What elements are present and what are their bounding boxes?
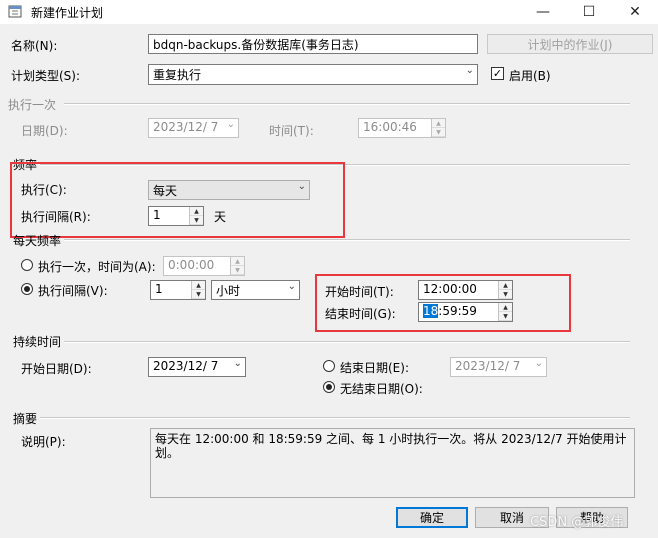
chevron-down-icon: ⌄ — [287, 281, 296, 292]
chevron-down-icon: ⌄ — [465, 65, 474, 76]
start-date-value: 2023/12/ 7 — [153, 359, 219, 373]
start-date-picker[interactable]: 2023/12/ 7 ⌄ — [148, 357, 246, 377]
one-time-time-label: 时间(T): — [269, 124, 314, 138]
name-label: 名称(N): — [11, 39, 58, 53]
chevron-down-icon: ⌄ — [233, 358, 242, 369]
end-date-value: 2023/12/ 7 — [455, 359, 521, 373]
enabled-checkbox[interactable]: ✓ — [491, 67, 504, 80]
end-date-picker[interactable]: 2023/12/ 7 ⌄ — [450, 357, 547, 377]
one-time-date-picker[interactable]: 2023/12/ 7 ⌄ — [148, 118, 239, 138]
once-time-input[interactable]: 0:00:00 ▲ ▼ — [163, 256, 245, 276]
every-unit-value: 小时 — [216, 284, 241, 298]
every-input[interactable]: 1 ▲ ▼ — [150, 280, 206, 300]
time-spinner[interactable]: ▲ ▼ — [431, 119, 445, 137]
enabled-label: 启用(B) — [509, 69, 551, 83]
ok-button[interactable]: 确定 — [396, 507, 468, 528]
schedule-type-value: 重复执行 — [153, 68, 202, 82]
watermark: CSDN @郭俊伟 — [530, 515, 624, 530]
description-label: 说明(P): — [21, 435, 66, 449]
end-date-radio[interactable] — [323, 360, 335, 372]
window-title: 新建作业计划 — [31, 6, 104, 20]
chevron-down-icon: ⌄ — [226, 119, 235, 130]
maximize-button[interactable]: ☐ — [566, 0, 612, 24]
summary-section-title: 摘要 — [13, 412, 38, 426]
every-radio[interactable] — [21, 283, 33, 295]
once-label: 执行一次，时间为(A): — [38, 260, 156, 274]
every-label: 执行间隔(V): — [38, 284, 108, 298]
time-range-highlight-box — [315, 274, 571, 332]
schedule-icon — [8, 5, 22, 18]
section-divider — [64, 103, 630, 105]
every-unit-select[interactable]: 小时 ⌄ — [211, 280, 300, 300]
jobs-in-schedule-button[interactable]: 计划中的作业(J) — [487, 34, 653, 54]
duration-section-title: 持续时间 — [13, 335, 62, 349]
section-divider — [64, 239, 630, 241]
one-time-time-value: 16:00:46 — [363, 120, 417, 134]
one-time-date-label: 日期(D): — [21, 124, 68, 138]
close-button[interactable]: ✕ — [612, 0, 658, 24]
start-date-label: 开始日期(D): — [21, 362, 92, 376]
schedule-type-select[interactable]: 重复执行 ⌄ — [148, 64, 478, 85]
no-end-date-radio[interactable] — [323, 381, 335, 393]
chevron-down-icon: ⌄ — [534, 358, 543, 369]
frequency-highlight-box — [10, 162, 345, 238]
one-time-time-input[interactable]: 16:00:46 ▲ ▼ — [358, 118, 446, 138]
section-divider — [40, 417, 630, 419]
minimize-button[interactable]: — — [520, 0, 566, 24]
section-divider — [64, 341, 630, 343]
once-time-value: 0:00:00 — [168, 258, 215, 272]
every-spinner[interactable]: ▲ ▼ — [191, 281, 205, 299]
no-end-date-label: 无结束日期(O): — [340, 382, 423, 396]
title-bar: 新建作业计划 — ☐ ✕ — [0, 0, 658, 24]
every-value: 1 — [155, 282, 163, 296]
description-text: 每天在 12:00:00 和 18:59:59 之间、每 1 小时执行一次。将从… — [150, 428, 635, 498]
daily-frequency-section-title: 每天频率 — [13, 234, 62, 248]
time-spinner[interactable]: ▲ ▼ — [230, 257, 244, 275]
schedule-type-label: 计划类型(S): — [11, 69, 81, 83]
one-time-section-title: 执行一次 — [8, 98, 57, 112]
name-input[interactable]: bdqn-backups.备份数据库(事务日志) — [148, 34, 478, 54]
one-time-date-value: 2023/12/ 7 — [153, 120, 219, 134]
once-radio[interactable] — [21, 259, 33, 271]
end-date-label: 结束日期(E): — [340, 361, 409, 375]
